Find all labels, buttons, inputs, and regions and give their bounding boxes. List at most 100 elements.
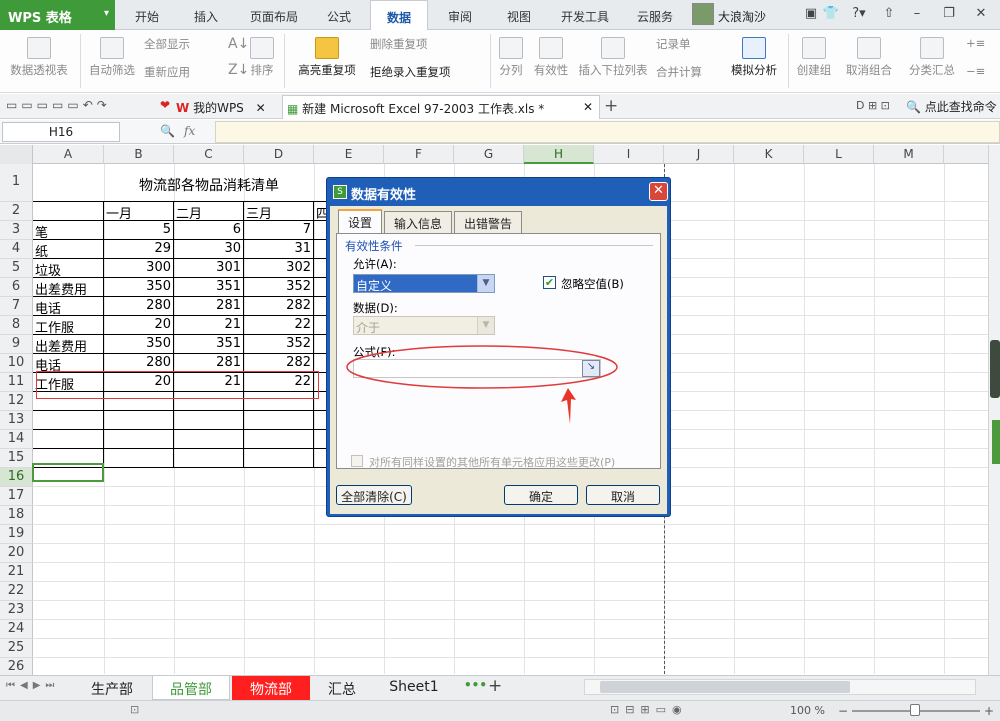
value-cell[interactable]: 281 xyxy=(174,298,244,317)
close-icon[interactable]: ✕ xyxy=(256,101,266,115)
sheet-tab-quality[interactable]: 品管部 xyxy=(152,676,230,700)
item-name[interactable]: 出差费用 xyxy=(35,336,105,355)
column-header-k[interactable]: K xyxy=(734,145,804,164)
column-header-j[interactable]: J xyxy=(664,145,734,164)
delete-duplicates-button[interactable]: 删除重复项 xyxy=(370,36,428,52)
expand-icon[interactable]: +≡ xyxy=(966,36,985,50)
row-header-8[interactable]: 8 xyxy=(0,316,33,335)
month-header[interactable]: 一月 xyxy=(106,203,172,222)
tab-page-layout[interactable]: 页面布局 xyxy=(240,0,308,30)
scroll-thumb[interactable] xyxy=(990,340,1000,398)
split-column-button[interactable]: 分列 xyxy=(494,37,528,78)
value-cell[interactable]: 301 xyxy=(174,260,244,279)
item-name[interactable]: 纸 xyxy=(35,241,105,260)
column-header-f[interactable]: F xyxy=(384,145,454,164)
close-icon[interactable]: ✕ xyxy=(583,100,593,114)
column-header-e[interactable]: E xyxy=(314,145,384,164)
value-cell[interactable]: 6 xyxy=(174,222,244,241)
highlight-duplicates-button[interactable]: 高亮重复项 xyxy=(290,37,364,78)
record-form-button[interactable]: 记录单 xyxy=(656,36,691,52)
month-header[interactable]: 二月 xyxy=(176,203,242,222)
name-box[interactable]: H16 xyxy=(2,122,120,142)
ignore-blank-checkbox[interactable]: ✔ xyxy=(543,276,556,289)
zoom-icon[interactable]: 🔍 xyxy=(160,124,175,138)
row-header-21[interactable]: 21 xyxy=(0,563,33,582)
value-cell[interactable]: 352 xyxy=(244,279,314,298)
help-icon[interactable]: ?▾ xyxy=(846,6,872,24)
row-header-22[interactable]: 22 xyxy=(0,582,33,601)
close-icon[interactable]: ✕ xyxy=(972,6,990,24)
new-tab-button[interactable]: + xyxy=(604,96,618,116)
restore-ribbon-icon[interactable]: ⇧ xyxy=(880,6,898,24)
vertical-scrollbar[interactable] xyxy=(988,145,1000,675)
formula-input[interactable] xyxy=(215,121,1000,143)
macro-icon[interactable]: ⊡ xyxy=(130,703,139,716)
column-header-b[interactable]: B xyxy=(104,145,174,164)
pin-icon[interactable]: ❤ xyxy=(160,98,170,112)
tab-home[interactable]: 开始 xyxy=(122,0,172,30)
sheet-tab-sheet1[interactable]: Sheet1 xyxy=(374,676,454,700)
subtotal-button[interactable]: 分类汇总 xyxy=(906,37,958,78)
allow-select[interactable]: 自定义 ▼ xyxy=(353,274,495,293)
data-select[interactable]: 介于 ▼ xyxy=(353,316,495,335)
row-header-16[interactable]: 16 xyxy=(0,468,33,487)
reject-duplicates-button[interactable]: 拒绝录入重复项 xyxy=(370,64,451,80)
value-cell[interactable]: 282 xyxy=(244,298,314,317)
value-cell[interactable]: 29 xyxy=(104,241,174,260)
user-account[interactable]: 大浪淘沙 xyxy=(692,3,800,27)
value-cell[interactable]: 351 xyxy=(174,336,244,355)
row-header-15[interactable]: 15 xyxy=(0,449,33,468)
row-header-20[interactable]: 20 xyxy=(0,544,33,563)
row-header-14[interactable]: 14 xyxy=(0,430,33,449)
row-header-12[interactable]: 12 xyxy=(0,392,33,411)
find-command[interactable]: 🔍 点此查找命令 xyxy=(906,98,997,115)
value-cell[interactable]: 352 xyxy=(244,336,314,355)
column-header-m[interactable]: M xyxy=(874,145,944,164)
doc-tab-my-wps[interactable]: W 我的WPS ✕ xyxy=(176,95,280,119)
tab-insert[interactable]: 插入 xyxy=(180,0,232,30)
item-name[interactable]: 笔 xyxy=(35,222,105,241)
row-header-17[interactable]: 17 xyxy=(0,487,33,506)
value-cell[interactable]: 350 xyxy=(104,279,174,298)
merge-calc-button[interactable]: 合并计算 xyxy=(656,64,702,80)
value-cell[interactable]: 350 xyxy=(104,336,174,355)
tab-error-alert[interactable]: 出错警告 xyxy=(454,211,522,233)
value-cell[interactable]: 22 xyxy=(244,317,314,336)
sheet-tab-summary[interactable]: 汇总 xyxy=(312,676,372,700)
tools-icon[interactable]: D ⊞ ⊡ xyxy=(856,99,890,112)
row-header-4[interactable]: 4 xyxy=(0,240,33,259)
item-name[interactable]: 电话 xyxy=(35,298,105,317)
clear-all-button[interactable]: 全部清除(C) xyxy=(336,485,412,505)
more-sheets-icon[interactable]: ••• xyxy=(464,678,487,692)
row-header-9[interactable]: 9 xyxy=(0,335,33,354)
quick-tools-icon[interactable]: ▭▭▭▭▭↶↷ xyxy=(6,98,111,112)
show-all-button[interactable]: 全部显示 xyxy=(144,36,190,52)
tab-developer[interactable]: 开发工具 xyxy=(550,0,620,30)
sheet-nav-arrows[interactable]: ⏮◀▶⏭ xyxy=(6,680,59,691)
pivot-table-button[interactable]: 数据透视表 xyxy=(6,37,72,78)
doc-tab-file[interactable]: ▦ 新建 Microsoft Excel 97-2003 工作表.xls * ✕ xyxy=(282,95,600,119)
select-all-corner[interactable] xyxy=(0,145,33,164)
value-cell[interactable]: 300 xyxy=(104,260,174,279)
apply-all-checkbox[interactable] xyxy=(351,455,363,467)
tab-view[interactable]: 视图 xyxy=(494,0,544,30)
tab-input-message[interactable]: 输入信息 xyxy=(384,211,452,233)
sheet-tab-production[interactable]: 生产部 xyxy=(74,676,150,700)
row-header-2[interactable]: 2 xyxy=(0,202,33,221)
cancel-button[interactable]: 取消 xyxy=(586,485,660,505)
sort-button[interactable]: 排序 xyxy=(246,37,278,78)
tab-cloud[interactable]: 云服务 xyxy=(626,0,684,30)
month-header[interactable]: 三月 xyxy=(246,203,312,222)
row-header-6[interactable]: 6 xyxy=(0,278,33,297)
sheet-tab-logistics[interactable]: 物流部 xyxy=(232,676,310,700)
row-header-7[interactable]: 7 xyxy=(0,297,33,316)
app-menu-button[interactable]: WPS 表格 ▾ xyxy=(0,0,115,30)
row-header-5[interactable]: 5 xyxy=(0,259,33,278)
item-name[interactable]: 工作服 xyxy=(35,317,105,336)
autofilter-button[interactable]: 自动筛选 xyxy=(86,37,138,78)
tab-settings[interactable]: 设置 xyxy=(338,209,382,234)
insert-dropdown-button[interactable]: 插入下拉列表 xyxy=(576,37,650,78)
column-header-h[interactable]: H xyxy=(524,145,594,164)
tab-review[interactable]: 审阅 xyxy=(434,0,486,30)
row-header-1[interactable]: 1 xyxy=(0,164,33,202)
